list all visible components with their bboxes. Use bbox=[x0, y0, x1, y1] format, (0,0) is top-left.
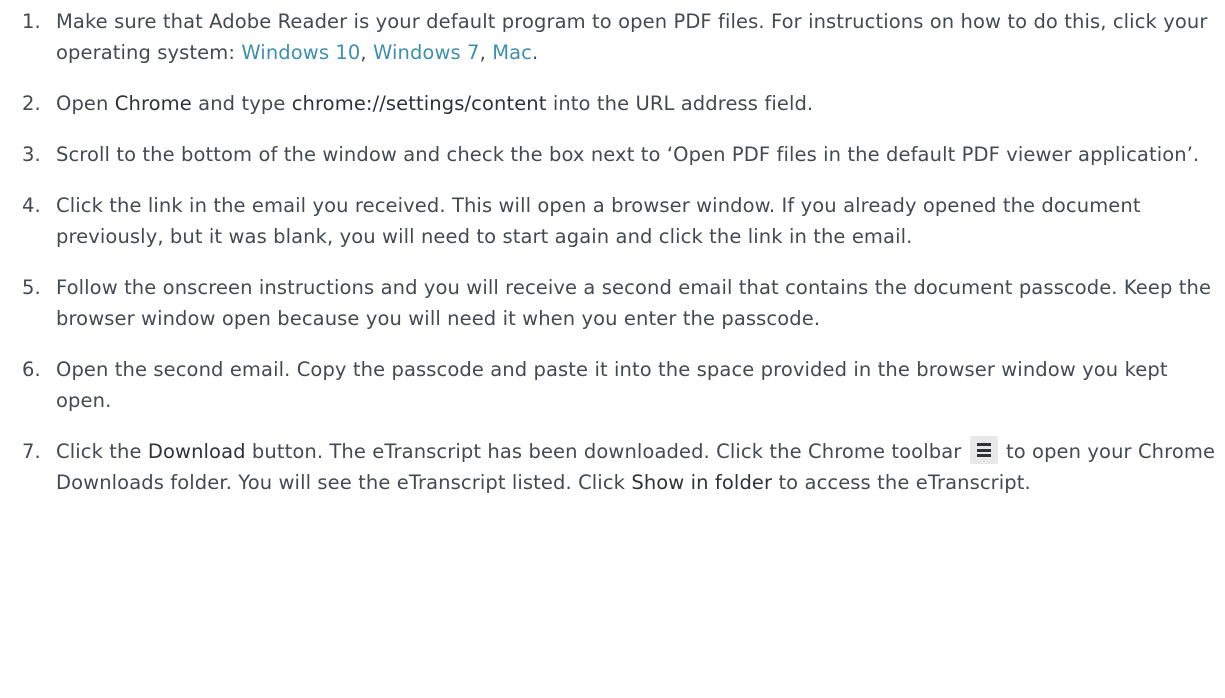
windows-10-link[interactable]: Windows 10 bbox=[241, 41, 360, 64]
instructions-list: 1. Make sure that Adobe Reader is your d… bbox=[0, 0, 1225, 498]
download-term: Download bbox=[147, 440, 246, 463]
step-2: 2. Open Chrome and type chrome://setting… bbox=[0, 88, 1225, 119]
step-text: Open the second email. Copy the passcode… bbox=[56, 358, 1168, 412]
mac-link[interactable]: Mac bbox=[492, 41, 532, 64]
step-7: 7. Click the Download button. The eTrans… bbox=[0, 436, 1225, 498]
step-text: into the URL address field. bbox=[546, 92, 814, 115]
step-text: Open bbox=[56, 92, 115, 115]
separator: , bbox=[360, 41, 374, 64]
step-number: 6. bbox=[22, 358, 41, 381]
sentence-end: . bbox=[531, 41, 539, 64]
step-text: Click the bbox=[56, 440, 148, 463]
separator: , bbox=[479, 41, 493, 64]
step-number: 3. bbox=[22, 143, 41, 166]
step-6: 6. Open the second email. Copy the passc… bbox=[0, 354, 1225, 416]
step-text: Scroll to the bottom of the window and c… bbox=[56, 143, 1200, 166]
step-number: 5. bbox=[22, 276, 41, 299]
hamburger-menu-icon bbox=[969, 436, 998, 464]
step-text: Make sure that Adobe Reader is your defa… bbox=[56, 10, 1208, 64]
settings-url: chrome://settings/content bbox=[291, 92, 547, 115]
step-text: and type bbox=[191, 92, 292, 115]
show-in-folder-term: Show in folder bbox=[631, 471, 773, 494]
step-number: 1. bbox=[22, 10, 41, 33]
step-4: 4. Click the link in the email you recei… bbox=[0, 190, 1225, 252]
step-3: 3. Scroll to the bottom of the window an… bbox=[0, 139, 1225, 170]
step-text: to access the eTranscript. bbox=[772, 471, 1031, 494]
windows-7-link[interactable]: Windows 7 bbox=[373, 41, 480, 64]
step-number: 2. bbox=[22, 92, 41, 115]
step-5: 5. Follow the onscreen instructions and … bbox=[0, 272, 1225, 334]
step-number: 4. bbox=[22, 194, 41, 217]
step-text: Click the link in the email you received… bbox=[56, 194, 1141, 248]
chrome-term: Chrome bbox=[114, 92, 192, 115]
step-1: 1. Make sure that Adobe Reader is your d… bbox=[0, 6, 1225, 68]
step-number: 7. bbox=[22, 440, 41, 463]
step-text: button. The eTranscript has been downloa… bbox=[245, 440, 968, 463]
step-text: Follow the onscreen instructions and you… bbox=[56, 276, 1212, 330]
